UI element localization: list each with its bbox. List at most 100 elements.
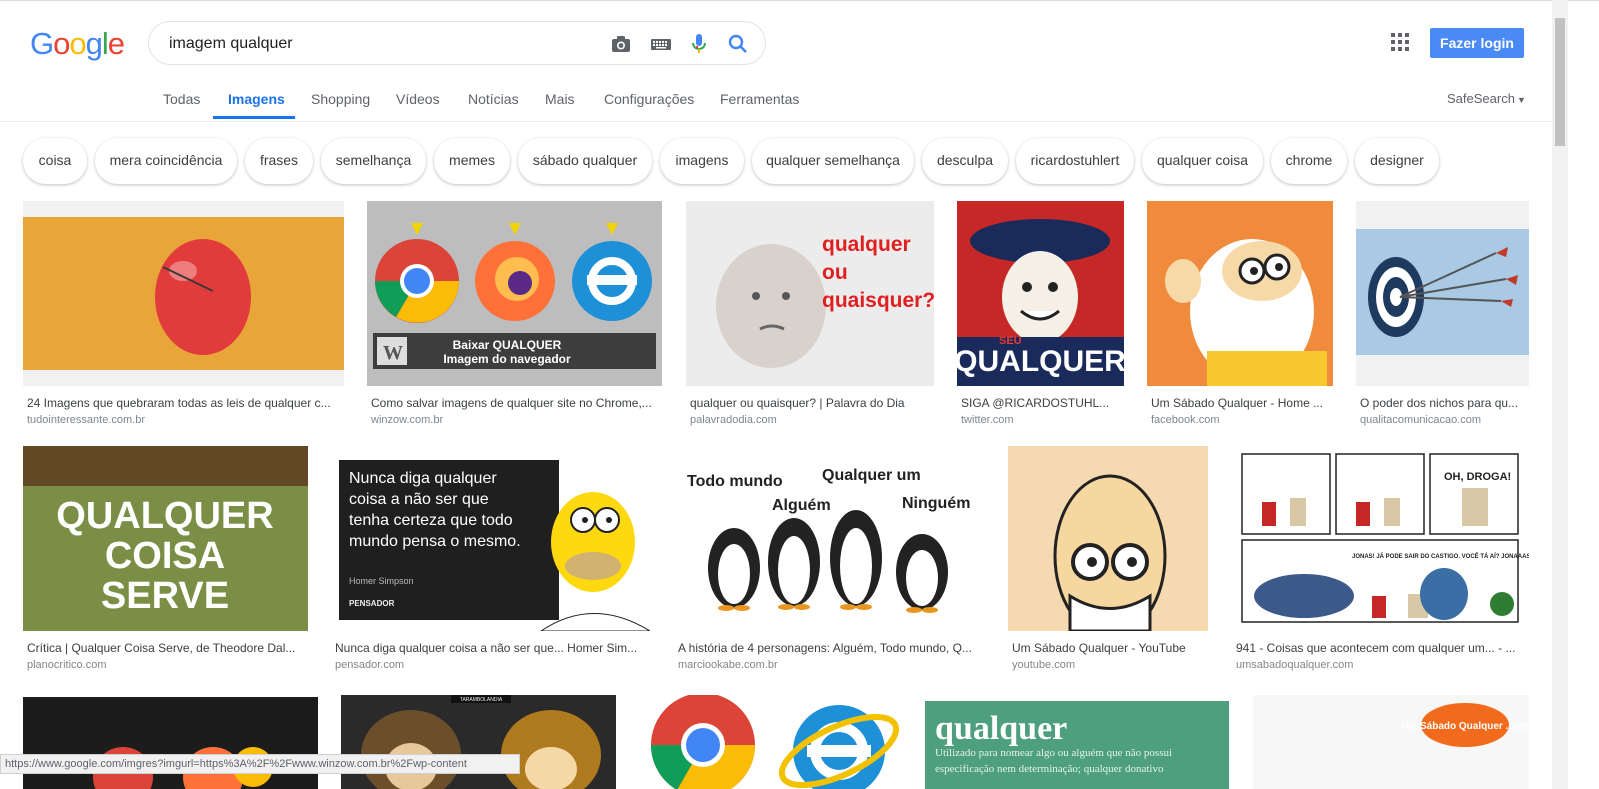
result-thumbnail[interactable]: Nunca diga qualquer coisa a não ser que … — [331, 446, 650, 631]
logo-letter: o — [69, 26, 86, 61]
result-source[interactable]: facebook.com — [1151, 414, 1219, 426]
result-source[interactable]: tudointeressante.com.br — [27, 414, 145, 426]
image-text: qualquer — [822, 233, 911, 256]
result-caption[interactable]: O poder dos nichos para qu... — [1360, 396, 1527, 410]
camera-icon[interactable] — [609, 32, 633, 56]
image-text: Baixar QUALQUER — [453, 338, 562, 352]
image-text: Alguém — [772, 497, 831, 514]
chrome-ie-logos-image — [639, 695, 901, 789]
chip-frases[interactable]: frases — [245, 138, 313, 184]
result-caption[interactable]: 941 - Coisas que acontecem com qualquer … — [1236, 641, 1527, 655]
tab-imagens[interactable]: Imagens — [228, 91, 285, 107]
tab-shopping[interactable]: Shopping — [311, 91, 370, 107]
image-result[interactable]: qualquer ou quaisquer? qualquer ou quais… — [686, 201, 934, 426]
image-text: Todo mundo — [687, 473, 783, 490]
image-result[interactable]: 24 Imagens que quebraram todas as leis d… — [23, 201, 344, 426]
search-input[interactable] — [167, 32, 591, 56]
result-source[interactable]: palavradodia.com — [690, 414, 777, 426]
sabado-qualquer-logo-image: Um Sábado Qualquer .com — [1253, 695, 1529, 789]
result-thumbnail[interactable]: Um Sábado Qualquer .com — [1253, 695, 1529, 789]
tab-noticias[interactable]: Notícias — [468, 91, 519, 107]
result-caption[interactable]: Como salvar imagens de qualquer site no … — [371, 396, 660, 410]
mic-icon[interactable] — [687, 32, 711, 56]
image-result[interactable] — [639, 695, 901, 789]
result-caption[interactable]: Nunca diga qualquer coisa a não ser que.… — [335, 641, 648, 655]
result-caption[interactable]: Um Sábado Qualquer - Home ... — [1151, 396, 1331, 410]
chip-mera-coincidencia[interactable]: mera coincidência — [95, 138, 237, 184]
image-result[interactable]: Um Sábado Qualquer .com — [1253, 695, 1529, 789]
result-source[interactable]: winzow.com.br — [371, 414, 443, 426]
result-thumbnail[interactable]: QUALQUER COISA SERVE — [23, 446, 308, 631]
result-thumbnail[interactable]: QUALQUER SEU — [957, 201, 1124, 386]
logo-letter: g — [85, 26, 103, 61]
chip-sabado-qualquer[interactable]: sábado qualquer — [518, 138, 652, 184]
image-result[interactable] — [23, 697, 318, 789]
result-thumbnail[interactable] — [1147, 201, 1333, 386]
result-source[interactable]: twitter.com — [961, 414, 1014, 426]
chip-semelhanca[interactable]: semelhança — [321, 138, 426, 184]
result-source[interactable]: youtube.com — [1012, 659, 1075, 671]
result-thumbnail[interactable] — [639, 695, 901, 789]
chip-imagens[interactable]: imagens — [660, 138, 744, 184]
google-logo[interactable]: Google — [30, 26, 125, 62]
image-result[interactable]: OH, DROGA! JONAS! JÁ PODE SAIR DO CASTIG… — [1232, 446, 1529, 671]
result-source[interactable]: pensador.com — [335, 659, 404, 671]
chip-memes[interactable]: memes — [434, 138, 510, 184]
image-result[interactable]: TARAMBOLANDIA — [341, 695, 616, 789]
keyboard-icon[interactable] — [649, 32, 673, 56]
apps-grid-icon[interactable] — [1391, 33, 1409, 51]
chip-designer[interactable]: designer — [1355, 138, 1439, 184]
result-source[interactable]: umsabadoqualquer.com — [1236, 659, 1353, 671]
chip-coisa[interactable]: coisa — [23, 138, 87, 184]
result-caption[interactable]: 24 Imagens que quebraram todas as leis d… — [27, 396, 340, 410]
result-caption[interactable]: qualquer ou quaisquer? | Palavra do Dia — [690, 396, 932, 410]
scrollbar-thumb[interactable] — [1555, 18, 1565, 146]
image-result[interactable]: W Baixar QUALQUER Imagem do navegador Co… — [367, 201, 662, 426]
result-thumbnail[interactable]: TARAMBOLANDIA — [341, 695, 616, 789]
login-button[interactable]: Fazer login — [1430, 28, 1524, 58]
result-thumbnail[interactable] — [1008, 446, 1208, 631]
tab-ferramentas[interactable]: Ferramentas — [720, 91, 799, 107]
result-caption[interactable]: A história de 4 personagens: Alguém, Tod… — [678, 641, 983, 655]
top-border — [0, 0, 1599, 1]
image-result[interactable]: Nunca diga qualquer coisa a não ser que … — [331, 446, 650, 671]
tab-todas[interactable]: Todas — [163, 91, 200, 107]
tab-videos[interactable]: Vídeos — [396, 91, 440, 107]
result-thumbnail[interactable] — [23, 201, 344, 386]
quote-author: Homer Simpson — [349, 576, 414, 586]
chip-qualquer-semelhanca[interactable]: qualquer semelhança — [752, 138, 914, 184]
image-result[interactable]: QUALQUER SEU SIGA @RICARDOSTUHL... twitt… — [957, 201, 1124, 426]
result-thumbnail[interactable]: OH, DROGA! JONAS! JÁ PODE SAIR DO CASTIG… — [1232, 446, 1529, 631]
result-thumbnail[interactable]: W Baixar QUALQUER Imagem do navegador — [367, 201, 662, 386]
result-thumbnail[interactable]: qualquer ou quaisquer? — [686, 201, 934, 386]
image-result[interactable]: qualquer Utilizado para nomear algo ou a… — [925, 701, 1229, 789]
pensador-logo: PENSADOR — [349, 599, 395, 608]
image-result[interactable]: Todo mundo Qualquer um Alguém Ninguém A … — [674, 446, 985, 671]
result-thumbnail[interactable] — [1356, 201, 1529, 386]
image-result[interactable]: O poder dos nichos para qu... qualitacom… — [1356, 201, 1529, 426]
result-thumbnail[interactable]: qualquer Utilizado para nomear algo ou a… — [925, 701, 1229, 789]
baby-image: qualquer ou quaisquer? — [686, 201, 934, 386]
result-thumbnail[interactable]: Todo mundo Qualquer um Alguém Ninguém — [674, 446, 985, 631]
tab-configuracoes[interactable]: Configurações — [604, 91, 694, 107]
safesearch-menu[interactable]: SafeSearch ▼ — [1447, 91, 1526, 106]
result-source[interactable]: marciookabe.com.br — [678, 659, 778, 671]
result-source[interactable]: planocritico.com — [27, 659, 106, 671]
tab-mais[interactable]: Mais — [545, 91, 575, 107]
search-box[interactable] — [148, 21, 766, 65]
result-caption[interactable]: Crítica | Qualquer Coisa Serve, de Theod… — [27, 641, 306, 655]
image-text: TARAMBOLANDIA — [460, 697, 503, 703]
chip-qualquer-coisa[interactable]: qualquer coisa — [1142, 138, 1263, 184]
image-result[interactable]: Um Sábado Qualquer - YouTube youtube.com — [1008, 446, 1208, 671]
result-caption[interactable]: Um Sábado Qualquer - YouTube — [1012, 641, 1206, 655]
chip-chrome[interactable]: chrome — [1271, 138, 1347, 184]
result-thumbnail[interactable] — [23, 697, 318, 789]
image-result[interactable]: Um Sábado Qualquer - Home ... facebook.c… — [1147, 201, 1333, 426]
result-caption[interactable]: SIGA @RICARDOSTUHL... — [961, 396, 1122, 410]
search-icon[interactable] — [726, 32, 750, 56]
result-source[interactable]: qualitacomunicacao.com — [1360, 414, 1481, 426]
chip-ricardostuhlert[interactable]: ricardostuhlert — [1016, 138, 1134, 184]
chip-desculpa[interactable]: desculpa — [922, 138, 1008, 184]
image-result[interactable]: QUALQUER COISA SERVE Crítica | Qualquer … — [23, 446, 308, 671]
svg-text:W: W — [383, 342, 403, 364]
